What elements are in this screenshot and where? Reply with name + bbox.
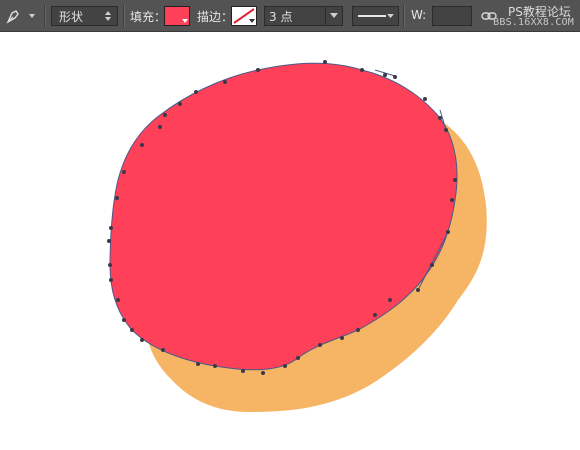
stroke-type-select[interactable] xyxy=(352,6,399,26)
stroke-width-field[interactable]: 3 点 xyxy=(264,6,325,26)
tool-mode-select[interactable]: 形状 xyxy=(51,6,118,26)
width-label-text: W: xyxy=(411,8,427,22)
chevron-down-icon xyxy=(387,13,394,18)
tool-mode-value: 形状 xyxy=(59,9,84,24)
tool-preset-picker[interactable] xyxy=(4,6,38,26)
updown-arrows-icon xyxy=(105,11,111,21)
stroke-label: 描边： xyxy=(197,8,233,25)
toolbar-divider xyxy=(123,5,125,27)
watermark-url: BBS.16XX8.COM xyxy=(493,17,574,28)
stroke-color-swatch[interactable] xyxy=(231,6,257,26)
artwork xyxy=(107,60,487,412)
toolbar-divider xyxy=(44,5,46,27)
width-input[interactable] xyxy=(432,6,472,26)
document-canvas[interactable] xyxy=(0,33,580,450)
fill-label: 填充： xyxy=(130,8,166,25)
fill-label-text: 填充： xyxy=(130,10,167,24)
swatch-dropdown-icon xyxy=(249,19,255,23)
chevron-down-icon xyxy=(29,14,35,18)
stroke-line-preview xyxy=(358,15,386,17)
toolbar-divider xyxy=(403,5,405,27)
options-bar: 形状 填充： 描边： 3 点 W: PS教程论坛 BBS.16XX8.COM xyxy=(0,0,580,32)
stroke-label-text: 描边： xyxy=(197,10,234,24)
width-label: W: xyxy=(411,8,426,22)
stroke-width-value: 3 点 xyxy=(269,9,293,24)
fill-color-swatch[interactable] xyxy=(164,6,190,26)
chevron-down-icon xyxy=(330,13,338,18)
swatch-dropdown-icon xyxy=(182,19,188,23)
pen-tool-icon xyxy=(6,10,19,24)
stroke-width-dropdown-button[interactable] xyxy=(325,6,343,26)
